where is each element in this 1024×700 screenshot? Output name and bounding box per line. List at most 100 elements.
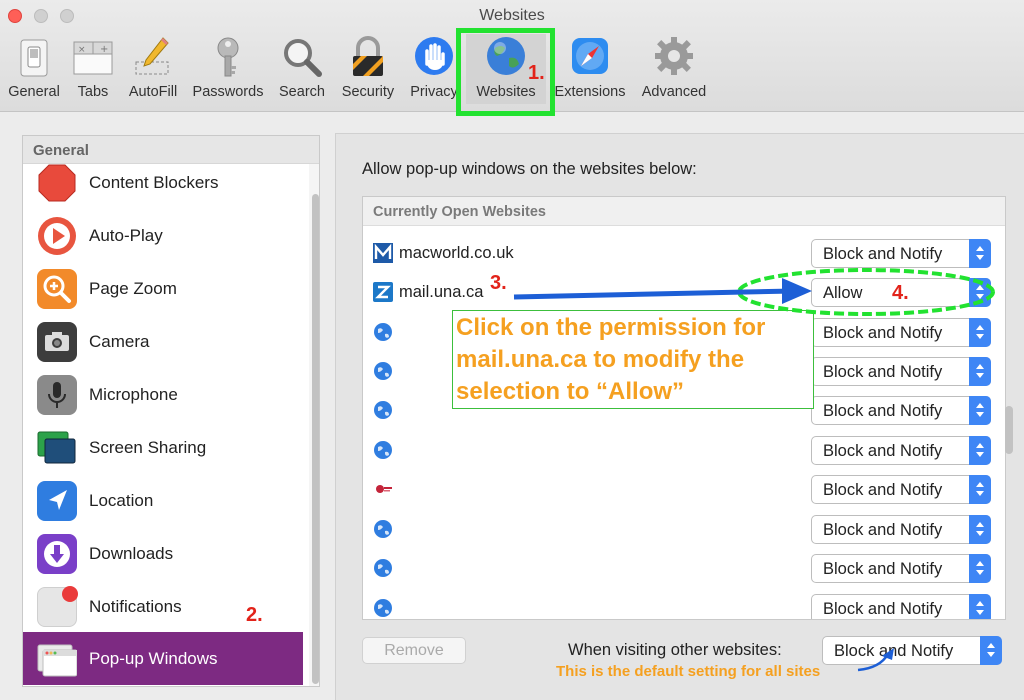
sidebar: General Content Blockers Auto-Play Page … — [22, 135, 320, 687]
sidebar-scrollbar[interactable] — [309, 164, 319, 686]
site-name: mail.una.ca — [399, 283, 484, 301]
toolbar-label: Search — [279, 84, 325, 100]
screen-sharing-icon — [37, 428, 77, 468]
sidebar-item-downloads[interactable]: Downloads — [23, 527, 303, 580]
chevron-updown-icon — [969, 396, 991, 425]
chevron-updown-icon — [969, 239, 991, 268]
sidebar-item-label: Microphone — [89, 384, 178, 404]
globe-favicon — [373, 361, 393, 381]
step-3-label: 3. — [490, 272, 507, 294]
download-icon — [37, 533, 77, 574]
default-permission-popup[interactable]: Block and Notify — [822, 636, 1002, 665]
remove-button[interactable]: Remove — [362, 637, 466, 664]
toolbar-passwords[interactable]: Passwords — [190, 34, 266, 104]
chevron-updown-icon — [969, 436, 991, 465]
popup-value: Block and Notify — [823, 560, 943, 578]
table-row: Block and Notify — [363, 431, 991, 470]
toolbar-general[interactable]: General — [3, 34, 65, 104]
sidebar-item-location[interactable]: Location — [23, 474, 303, 527]
permission-popup[interactable]: Block and Notify — [811, 554, 991, 583]
popup-value: Block and Notify — [823, 481, 943, 499]
sidebar-item-page-zoom[interactable]: Page Zoom — [23, 262, 303, 315]
sidebar-item-label: Screen Sharing — [89, 437, 207, 457]
toolbar-security[interactable]: Security — [338, 34, 398, 104]
zimbra-z-icon — [373, 282, 393, 302]
toolbar-label: Security — [341, 84, 395, 100]
sidebar-item-content-blockers[interactable]: Content Blockers — [23, 156, 303, 209]
step-4-label: 4. — [892, 282, 909, 304]
table-row: Block and Notify — [363, 589, 991, 619]
microphone-icon — [37, 374, 77, 415]
tabs-icon: × + — [70, 34, 116, 80]
sidebar-item-label: Page Zoom — [89, 278, 177, 298]
popup-value: Block and Notify — [823, 324, 943, 342]
default-setting-note: This is the default setting for all site… — [556, 663, 821, 680]
notifications-icon — [37, 585, 78, 627]
sidebar-item-microphone[interactable]: Microphone — [23, 368, 303, 421]
hand-icon — [411, 34, 457, 80]
play-icon — [37, 216, 77, 256]
globe-favicon — [373, 558, 393, 578]
popup-value: Block and Notify — [823, 521, 943, 539]
toolbar-tabs[interactable]: × + Tabs — [70, 34, 116, 104]
popup-value: Allow — [823, 284, 863, 302]
toolbar-privacy[interactable]: Privacy — [406, 34, 462, 104]
sidebar-item-label: Content Blockers — [89, 172, 219, 192]
permission-popup[interactable]: Block and Notify — [811, 318, 991, 347]
table-row: macworld.co.uk Block and Notify — [363, 234, 991, 273]
list-scroll-thumb[interactable] — [1005, 406, 1013, 454]
permission-popup[interactable]: Block and Notify — [811, 436, 991, 465]
toolbar-search[interactable]: Search — [276, 34, 328, 104]
toolbar-label: Privacy — [410, 84, 458, 100]
table-row: Block and Notify — [363, 510, 991, 549]
permission-popup[interactable]: Block and Notify — [811, 357, 991, 386]
toolbar-label: Passwords — [192, 84, 264, 100]
permission-popup[interactable]: Block and Notify — [811, 475, 991, 504]
toolbar-label: General — [8, 84, 60, 100]
gear-icon — [651, 34, 697, 80]
chevron-updown-icon — [980, 636, 1002, 665]
table-row: Block and Notify — [363, 470, 991, 509]
globe-favicon — [373, 440, 393, 460]
zoom-icon — [37, 268, 77, 309]
popup-value: Block and Notify — [823, 245, 943, 263]
svg-text:×: × — [78, 45, 86, 55]
chevron-updown-icon — [969, 515, 991, 544]
globe-favicon — [373, 598, 393, 618]
popup-value: Block and Notify — [823, 363, 943, 381]
instruction-callout-text: Click on the permission for mail.una.ca … — [456, 314, 766, 405]
sidebar-item-label: Downloads — [89, 543, 174, 563]
toolbar-extensions[interactable]: Extensions — [550, 34, 630, 104]
popup-value: Block and Notify — [823, 442, 943, 460]
sidebar-item-label: Pop-up Windows — [89, 648, 218, 668]
stop-sign-icon — [37, 163, 77, 203]
chevron-updown-icon — [969, 475, 991, 504]
sidebar-item-camera[interactable]: Camera — [23, 315, 303, 368]
permission-popup[interactable]: Block and Notify — [811, 396, 991, 425]
toolbar-autofill[interactable]: AutoFill — [124, 34, 182, 104]
padlock-icon — [345, 34, 391, 80]
sidebar-item-label: Location — [89, 490, 154, 510]
magnifier-icon — [279, 34, 325, 80]
chevron-updown-icon — [969, 318, 991, 347]
sidebar-item-screen-sharing[interactable]: Screen Sharing — [23, 421, 303, 474]
globe-favicon — [373, 322, 393, 342]
macworld-m-icon — [373, 243, 393, 263]
permission-popup[interactable]: Block and Notify — [811, 239, 991, 268]
popup-value: Block and Notify — [834, 642, 954, 660]
window-title: Websites — [479, 7, 545, 24]
chevron-updown-icon — [969, 554, 991, 583]
popup-value: Block and Notify — [823, 402, 943, 420]
location-arrow-icon — [37, 480, 77, 521]
sidebar-item-popup-windows[interactable]: Pop-up Windows — [23, 632, 303, 685]
sidebar-item-auto-play[interactable]: Auto-Play — [23, 209, 303, 262]
toolbar-advanced[interactable]: Advanced — [636, 34, 712, 104]
popup-windows-icon — [37, 639, 78, 679]
permission-popup[interactable]: Block and Notify — [811, 515, 991, 544]
general-switch-icon — [11, 34, 57, 80]
step-1-label: 1. — [528, 62, 545, 84]
permission-popup[interactable]: Block and Notify — [811, 594, 991, 619]
chevron-updown-icon — [969, 594, 991, 619]
sidebar-scroll-thumb[interactable] — [312, 194, 319, 684]
table-row: Block and Notify — [363, 549, 991, 588]
